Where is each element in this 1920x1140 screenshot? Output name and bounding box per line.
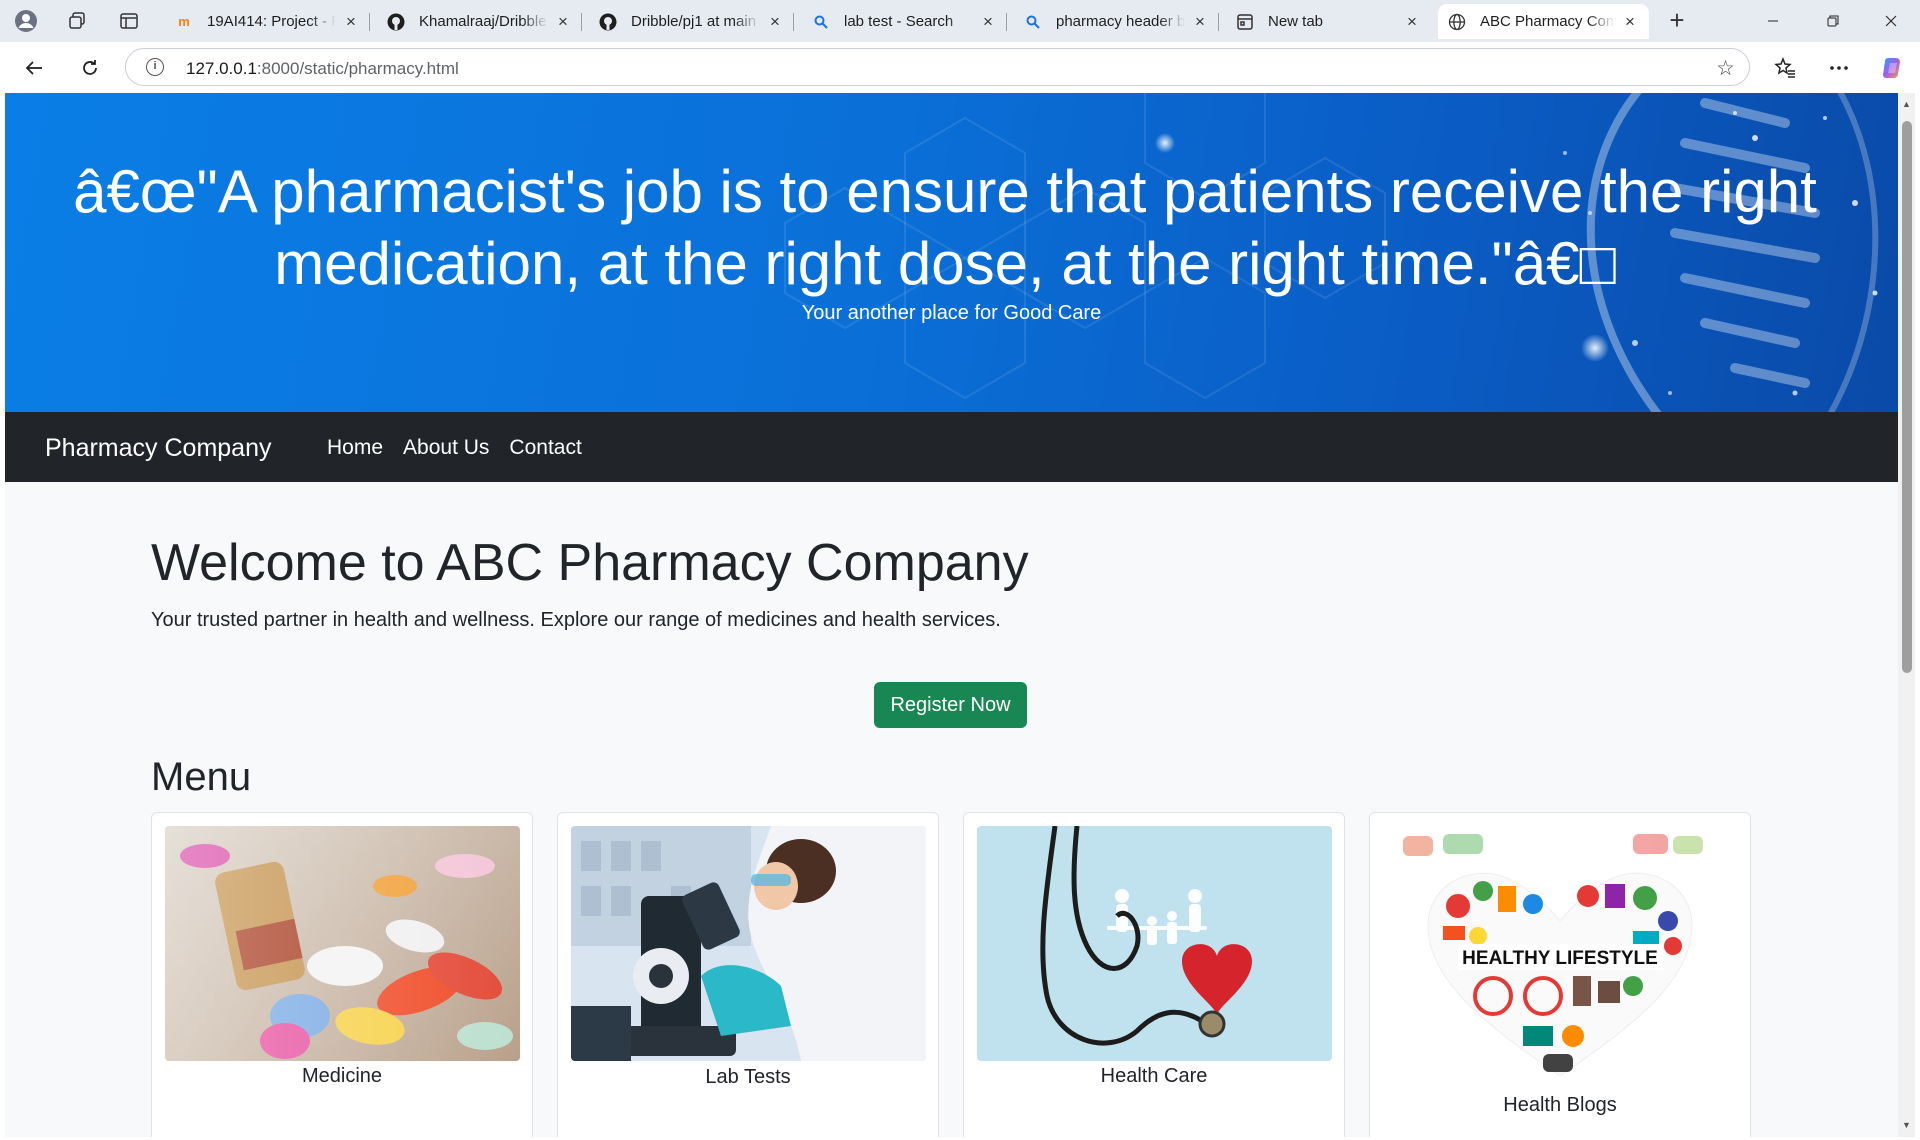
reload-button[interactable] (73, 51, 107, 85)
minimize-button[interactable] (1744, 4, 1802, 38)
tab-github-dribble[interactable]: Khamalraaj/Dribble × (377, 4, 582, 39)
health-blogs-image: HEALTHY LIFESTYLE (1383, 826, 1738, 1091)
restore-button[interactable] (1804, 4, 1862, 38)
menu-card-health-blogs[interactable]: HEALTHY LIFESTYLE Health Blogs (1369, 812, 1751, 1137)
hero-quote: â€œ"A pharmacist's job is to ensure that… (73, 158, 1817, 297)
lab-tests-image (571, 826, 926, 1061)
nav-link-home[interactable]: Home (327, 436, 383, 460)
github-icon (387, 13, 405, 31)
tab-abc-pharmacy[interactable]: ABC Pharmacy Comp × (1438, 4, 1649, 39)
card-label: Lab Tests (705, 1066, 791, 1088)
navbar-links: Home About Us Contact (327, 436, 582, 460)
browser-tab-strip: m 19AI414: Project - Re × Khamalraaj/Dri… (0, 0, 1920, 42)
close-tab-icon[interactable]: × (766, 12, 784, 31)
scroll-down-icon[interactable]: ▼ (1901, 1120, 1912, 1131)
profile-icon[interactable] (10, 5, 42, 37)
menu-card-health-care[interactable]: Health Care (963, 812, 1345, 1137)
tab-project[interactable]: m 19AI414: Project - Re × (165, 4, 370, 39)
close-tab-icon[interactable]: × (1621, 12, 1639, 31)
tab-pharmacy-header-search[interactable]: pharmacy header bg × (1014, 4, 1219, 39)
menu-heading: Menu (151, 755, 252, 799)
scrollbar-thumb[interactable] (1902, 121, 1912, 673)
medicine-image (165, 826, 520, 1061)
menu-card-lab-tests[interactable]: Lab Tests (557, 812, 939, 1137)
search-icon (1024, 13, 1042, 31)
moodle-icon: m (178, 14, 190, 29)
vertical-tabs-icon[interactable] (113, 5, 145, 37)
workspaces-icon[interactable] (61, 5, 93, 37)
close-window-button[interactable] (1862, 4, 1920, 38)
page-scrollbar[interactable]: ▲ ▼ (1898, 93, 1915, 1137)
newtab-icon (1236, 13, 1254, 31)
healthy-lifestyle-image-text: HEALTHY LIFESTYLE (1462, 948, 1658, 969)
back-button[interactable] (17, 51, 51, 85)
globe-icon (1448, 13, 1466, 31)
card-label: Medicine (301, 1065, 383, 1087)
hero-tagline: Your another place for Good Care (801, 302, 1102, 324)
address-bar[interactable]: i 127.0.0.1:8000/static/pharmacy.html ☆ (125, 48, 1750, 86)
navbar-brand[interactable]: Pharmacy Company (45, 434, 271, 463)
close-tab-icon[interactable]: × (1191, 12, 1209, 31)
health-care-image (977, 826, 1332, 1061)
close-tab-icon[interactable]: × (979, 12, 997, 31)
tab-github-pj1[interactable]: Dribble/pj1 at main · × (589, 4, 794, 39)
close-tab-icon[interactable]: × (554, 12, 572, 31)
close-tab-icon[interactable]: × (342, 12, 360, 31)
favorite-star-icon[interactable]: ☆ (1716, 56, 1735, 81)
tab-new-tab[interactable]: New tab × (1226, 4, 1431, 39)
page-lead-text: Your trusted partner in health and welln… (151, 609, 1001, 631)
main-navbar: Pharmacy Company Home About Us Contact (5, 412, 1898, 482)
menu-card-medicine[interactable]: Medicine (151, 812, 533, 1137)
github-icon (599, 13, 617, 31)
card-label: Health Blogs (1503, 1094, 1617, 1116)
card-label: Health Care (1100, 1065, 1208, 1087)
search-icon (812, 13, 830, 31)
hero-banner: â€œ"A pharmacist's job is to ensure that… (5, 93, 1898, 412)
copilot-icon[interactable] (1876, 51, 1910, 85)
browser-toolbar: i 127.0.0.1:8000/static/pharmacy.html ☆ (0, 42, 1920, 93)
page-title: Welcome to ABC Pharmacy Company (151, 534, 1029, 592)
nav-link-about-us[interactable]: About Us (403, 436, 489, 460)
tab-lab-test-search[interactable]: lab test - Search × (802, 4, 1007, 39)
url-text: 127.0.0.1:8000/static/pharmacy.html (186, 59, 459, 78)
new-tab-button[interactable]: + (1662, 6, 1692, 36)
more-menu-icon[interactable] (1822, 51, 1856, 85)
close-tab-icon[interactable]: × (1403, 12, 1421, 31)
site-info-icon[interactable]: i (146, 58, 164, 76)
favorites-icon[interactable] (1768, 51, 1802, 85)
register-now-button[interactable]: Register Now (874, 682, 1027, 728)
nav-link-contact[interactable]: Contact (509, 436, 581, 460)
scroll-up-icon[interactable]: ▲ (1901, 99, 1912, 110)
page-viewport: â€œ"A pharmacist's job is to ensure that… (5, 93, 1898, 1137)
